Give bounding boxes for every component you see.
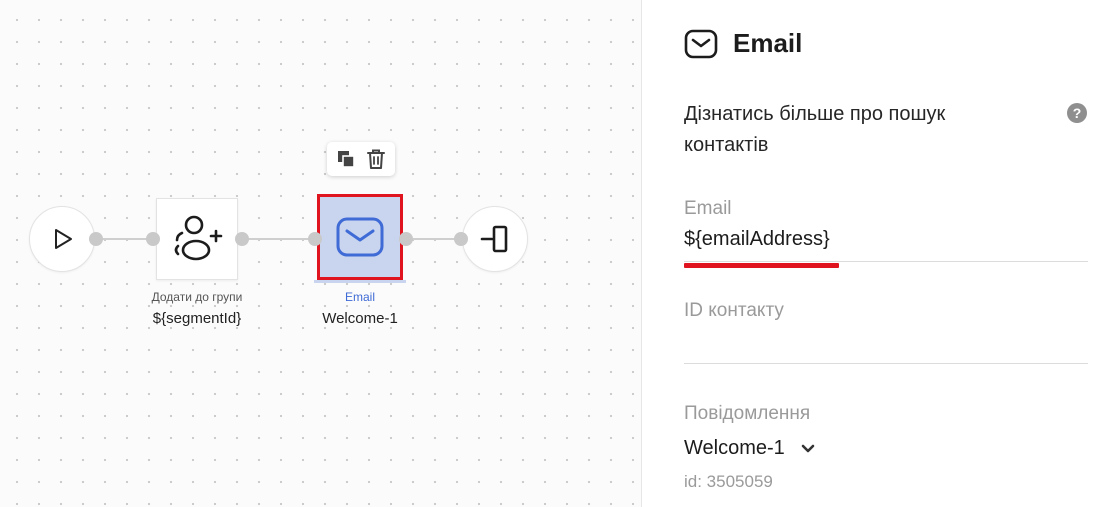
- connector-group-email: [240, 238, 316, 240]
- port[interactable]: [146, 232, 160, 246]
- envelope-icon: [336, 217, 384, 257]
- message-id-text: id: 3505059: [684, 472, 773, 491]
- help-link[interactable]: Дізнатись більше про пошук контактів: [684, 99, 1024, 161]
- panel-header: Email: [684, 28, 802, 59]
- contact-id-label: ID контакту: [684, 300, 784, 321]
- port[interactable]: [399, 232, 413, 246]
- panel-title: Email: [733, 28, 803, 58]
- email-field: Email: [684, 198, 1088, 268]
- app-root: Додати до групи ${segmentId} Email Welco…: [0, 0, 1105, 507]
- contact-id-divider: [684, 363, 1088, 364]
- message-field: Повідомлення Welcome-1 id: 3505059: [684, 403, 1088, 492]
- flow-canvas[interactable]: Додати до групи ${segmentId} Email Welco…: [0, 0, 642, 507]
- email-field-divider: [684, 261, 1088, 262]
- email-node-type-label: Email: [344, 290, 375, 304]
- exit-node[interactable]: [462, 206, 528, 272]
- contact-id-input[interactable]: [684, 330, 1088, 353]
- properties-panel: Email Дізнатись більше про пошук контакт…: [643, 0, 1105, 507]
- email-field-label: Email: [684, 198, 732, 219]
- port[interactable]: [235, 232, 249, 246]
- email-input[interactable]: [684, 228, 1088, 251]
- email-node[interactable]: [317, 194, 403, 280]
- contact-id-field: ID контакту: [684, 300, 1088, 364]
- delete-button[interactable]: [363, 146, 389, 172]
- email-node-selection-tab: [314, 280, 406, 283]
- play-icon: [55, 229, 72, 249]
- add-user-group-icon: [174, 215, 223, 261]
- message-select[interactable]: Welcome-1: [684, 437, 1088, 460]
- email-node-message-value: Welcome-1: [322, 310, 398, 327]
- port[interactable]: [454, 232, 468, 246]
- highlight-underline: [684, 263, 839, 268]
- message-select-value: Welcome-1: [684, 437, 785, 459]
- start-node[interactable]: [29, 206, 95, 272]
- question-icon[interactable]: ?: [1067, 103, 1087, 123]
- add-to-group-node[interactable]: [156, 198, 238, 280]
- chevron-down-icon: [801, 444, 815, 454]
- node-toolbar: [327, 142, 395, 176]
- envelope-icon: [684, 29, 718, 58]
- port[interactable]: [89, 232, 103, 246]
- exit-icon: [480, 225, 508, 253]
- copy-button[interactable]: [333, 146, 359, 172]
- port[interactable]: [308, 232, 322, 246]
- trash-icon: [367, 149, 385, 169]
- message-field-label: Повідомлення: [684, 403, 811, 424]
- copy-icon: [338, 151, 355, 168]
- add-to-group-segment-value: ${segmentId}: [152, 310, 242, 327]
- add-to-group-type-label: Додати до групи: [151, 290, 243, 304]
